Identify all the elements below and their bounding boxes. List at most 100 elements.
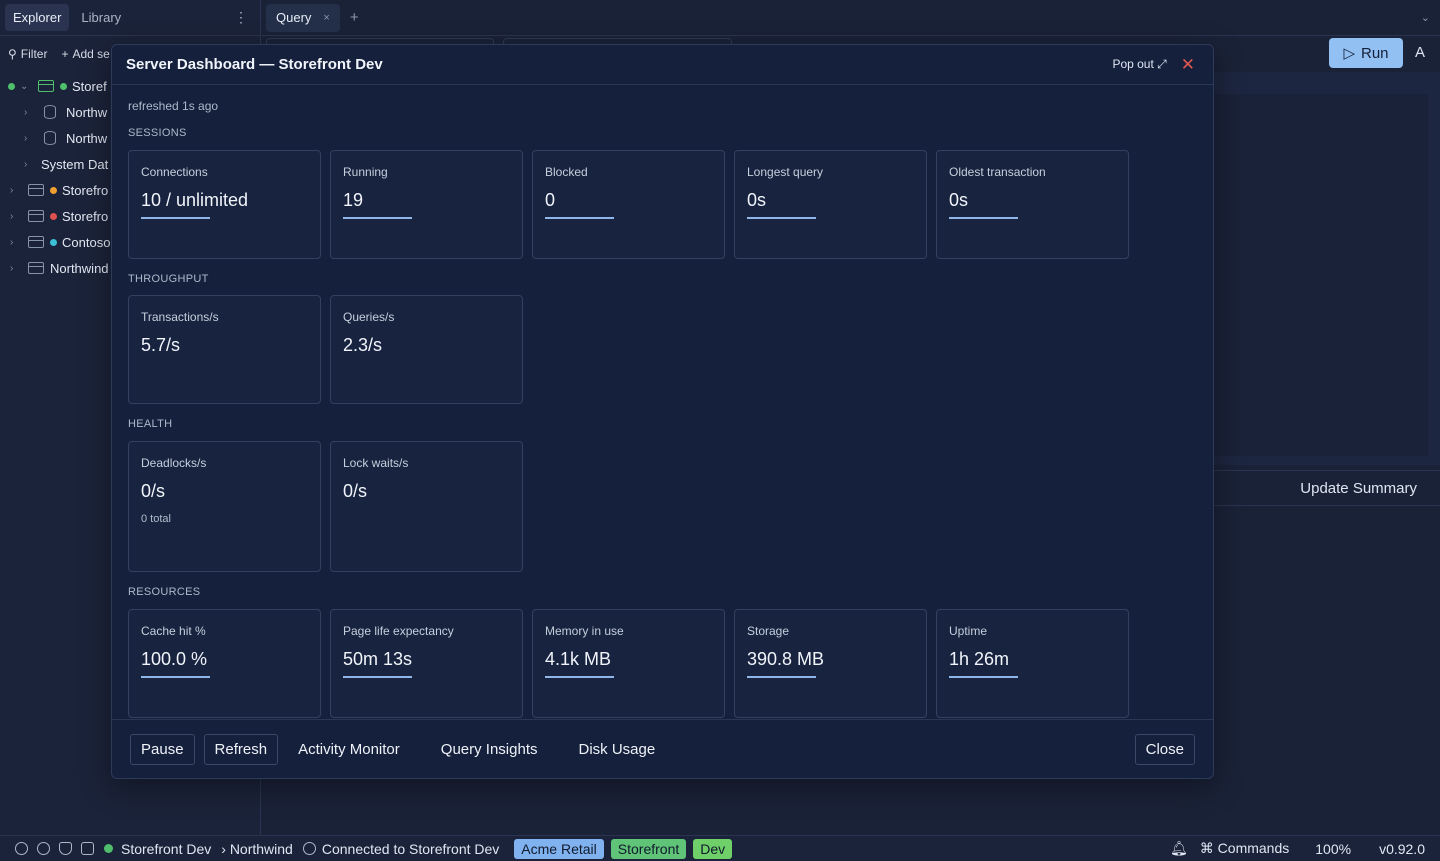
server-dashboard-dialog: Server Dashboard — Storefront Dev Pop ou… (111, 44, 1214, 779)
section-health: HEALTH (128, 418, 173, 430)
metric-label: Transactions/s (141, 310, 219, 324)
tree-item-server[interactable]: › Contoso (10, 229, 110, 255)
metric-card-lock-waits: Lock waits/s 0/s (330, 441, 523, 572)
server-color-dot (50, 186, 57, 194)
query-insights-button[interactable]: Query Insights (430, 734, 549, 765)
metric-label: Queries/s (343, 310, 395, 324)
update-summary-label: Update Summary (1300, 479, 1417, 497)
new-tab-icon[interactable]: + (350, 9, 359, 26)
metric-value: 5.7/s (141, 335, 181, 355)
query-editor[interactable] (1214, 94, 1428, 456)
tab-explorer[interactable]: Explorer (5, 4, 70, 31)
disk-usage-button[interactable]: Disk Usage (568, 734, 667, 765)
metric-label: Uptime (949, 624, 988, 638)
tree-item-server[interactable]: ⌄ Storef (8, 73, 107, 99)
badge-storefront[interactable]: Storefront (610, 838, 687, 859)
info-icon (302, 842, 316, 855)
gear-icon[interactable] (37, 842, 50, 855)
more-options-icon[interactable]: ⋮ (234, 9, 248, 26)
chevron-down-icon[interactable]: ⌄ (20, 81, 32, 92)
filter-button[interactable]: ⚲ Filter (8, 47, 47, 61)
account-icon[interactable] (15, 842, 28, 855)
dialog-title: Server Dashboard — Storefront Dev (126, 56, 383, 73)
metric-card-deadlocks: Deadlocks/s 0/s 0 total (128, 441, 321, 572)
metric-label: Storage (747, 624, 790, 638)
editor-tabbar: Query × + ⌄ (262, 0, 1440, 36)
run-button[interactable]: ▷ Run (1329, 38, 1403, 68)
metric-sparkline (545, 676, 614, 678)
metric-card-transactions: Transactions/s 5.7/s (128, 295, 321, 404)
metric-value: 19 (343, 190, 364, 210)
tree-item-database[interactable]: › Northw (24, 99, 107, 125)
metric-sparkline (747, 676, 816, 678)
badge-acme-retail[interactable]: Acme Retail (514, 838, 604, 859)
tree-item-label: Northw (66, 104, 108, 120)
editor-toolbar-label[interactable]: A (1415, 44, 1425, 61)
chevron-right-icon[interactable]: › (24, 133, 36, 144)
tree-item-label: Storefro (62, 182, 109, 198)
server-color-dot (60, 82, 67, 90)
chevron-down-icon[interactable]: ⌄ (1421, 11, 1430, 24)
tab-library[interactable]: Library (73, 4, 129, 31)
metric-label: Longest query (747, 165, 824, 179)
close-button[interactable]: Close (1134, 733, 1195, 765)
tree-item-label: Storefro (62, 208, 109, 224)
tree-item-label: System Dat (41, 156, 109, 172)
tree-item-label: Northw (66, 130, 108, 146)
metric-label: Cache hit % (141, 624, 206, 638)
chevron-right-icon[interactable]: › (10, 185, 22, 196)
chevron-right-icon[interactable]: › (10, 237, 22, 248)
server-icon (28, 210, 44, 222)
tree-item-server[interactable]: › Storefro (10, 203, 108, 229)
chevron-right-icon[interactable]: › (24, 159, 36, 170)
shield-icon[interactable] (59, 842, 72, 855)
dialog-footer: Pause Refresh Activity Monitor Query Ins… (112, 719, 1213, 778)
add-server-button[interactable]: + Add se (61, 47, 109, 61)
metric-card-cache-hit: Cache hit % 100.0 % (128, 609, 321, 718)
metric-card-memory: Memory in use 4.1k MB (532, 609, 725, 718)
filter-label: Filter (20, 47, 48, 61)
metric-sparkline (949, 217, 1018, 219)
bell-icon[interactable]: 🔔︎ (1170, 840, 1188, 857)
metric-value: 2.3/s (343, 335, 383, 355)
close-tab-icon[interactable]: × (323, 12, 329, 24)
tree-item-system-databases[interactable]: › System Dat (24, 151, 108, 177)
commands-button[interactable]: ⌘ Commands (1200, 840, 1289, 857)
tree-item-label: Contoso (62, 234, 111, 250)
pop-out-button[interactable]: Pop out ⤢ (1112, 57, 1166, 72)
chevron-right-icon[interactable]: › (10, 263, 22, 274)
sidebar-tabs: Explorer Library ⋮ (0, 0, 260, 36)
refresh-button[interactable]: Refresh (203, 733, 279, 765)
chevron-right-icon[interactable]: › (24, 107, 36, 118)
metric-label: Connections (141, 165, 208, 179)
zoom-level[interactable]: 100% (1315, 841, 1351, 857)
database-icon (44, 105, 56, 119)
version-label: v0.92.0 (1379, 840, 1425, 857)
tree-item-server[interactable]: › Storefro (10, 177, 108, 203)
database-name[interactable]: › Northwind (221, 841, 293, 857)
metric-value: 0/s (141, 481, 166, 501)
connected-status-dot (8, 82, 15, 90)
server-icon (38, 80, 54, 92)
metric-card-page-life: Page life expectancy 50m 13s (330, 609, 523, 718)
activity-monitor-button[interactable]: Activity Monitor (287, 734, 411, 765)
tree-item-database[interactable]: › Northw (24, 125, 107, 151)
metric-value: 0/s (343, 481, 368, 501)
tab-query[interactable]: Query × (266, 3, 340, 32)
metric-card-uptime: Uptime 1h 26m (936, 609, 1129, 718)
connection-name[interactable]: Storefront Dev (121, 841, 211, 857)
metric-sparkline (141, 217, 210, 219)
badge-dev[interactable]: Dev (693, 838, 733, 859)
metric-value: 100.0 % (141, 649, 208, 669)
chevron-right-icon[interactable]: › (10, 211, 22, 222)
plus-icon: + (61, 47, 69, 61)
activity-icon[interactable] (81, 842, 94, 855)
close-icon[interactable]: ✕ (1181, 55, 1195, 75)
add-server-label: Add se (72, 47, 110, 61)
metric-label: Running (343, 165, 388, 179)
metric-label: Deadlocks/s (141, 456, 207, 470)
section-sessions: SESSIONS (128, 127, 187, 139)
pause-button[interactable]: Pause (130, 733, 195, 765)
tree-item-server[interactable]: › Northwind (10, 255, 109, 281)
tab-label: Query (276, 10, 312, 25)
